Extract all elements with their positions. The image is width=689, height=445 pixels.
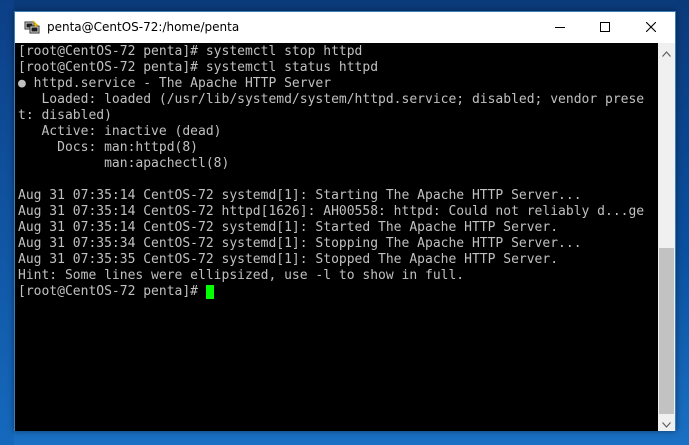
minimize-button[interactable]: [537, 12, 583, 42]
scroll-down-button[interactable]: [658, 414, 675, 431]
desktop-background: [0, 0, 14, 445]
minimize-icon: [555, 22, 565, 32]
terminal-line: Hint: Some lines were ellipsized, use -l…: [18, 268, 465, 283]
terminal-line: Loaded: loaded (/usr/lib/systemd/system/…: [18, 92, 645, 107]
close-icon: [646, 22, 656, 32]
terminal-line: Active: inactive (dead): [18, 124, 222, 139]
title-bar[interactable]: penta@CentOS-72:/home/penta: [15, 12, 675, 43]
terminal-line: [root@CentOS-72 penta]#: [18, 284, 206, 299]
scroll-up-button[interactable]: [658, 43, 675, 60]
terminal-line: man:apachectl(8): [18, 156, 230, 171]
maximize-icon: [600, 22, 610, 32]
terminal-line: [root@CentOS-72 penta]# systemctl stop h…: [18, 44, 363, 59]
terminal-line: ● httpd.service - The Apache HTTP Server: [18, 76, 332, 91]
terminal-line: Docs: man:httpd(8): [18, 140, 199, 155]
chevron-up-icon: [662, 42, 671, 61]
terminal-line: t: disabled): [18, 108, 112, 123]
putty-icon[interactable]: [24, 19, 40, 35]
scroll-track[interactable]: [658, 60, 675, 414]
terminal-line: Aug 31 07:35:34 CentOS-72 systemd[1]: St…: [18, 236, 582, 251]
window-title: penta@CentOS-72:/home/penta: [47, 20, 240, 34]
terminal-line: Aug 31 07:35:14 CentOS-72 systemd[1]: St…: [18, 188, 582, 203]
vertical-scrollbar[interactable]: [658, 43, 675, 431]
chevron-down-icon: [662, 413, 671, 432]
terminal-line: Aug 31 07:35:14 CentOS-72 systemd[1]: St…: [18, 220, 559, 235]
terminal-line: Aug 31 07:35:35 CentOS-72 systemd[1]: St…: [18, 252, 559, 267]
text-cursor: [205, 285, 214, 299]
close-button[interactable]: [628, 12, 674, 42]
terminal-line: Aug 31 07:35:14 CentOS-72 httpd[1626]: A…: [18, 204, 645, 219]
terminal-line: [root@CentOS-72 penta]# systemctl status…: [18, 60, 379, 75]
terminal-output[interactable]: [root@CentOS-72 penta]# systemctl stop h…: [15, 43, 658, 431]
maximize-button[interactable]: [582, 12, 628, 42]
scroll-thumb[interactable]: [659, 248, 674, 414]
terminal-window[interactable]: penta@CentOS-72:/home/penta [root@CentOS…: [14, 11, 676, 431]
